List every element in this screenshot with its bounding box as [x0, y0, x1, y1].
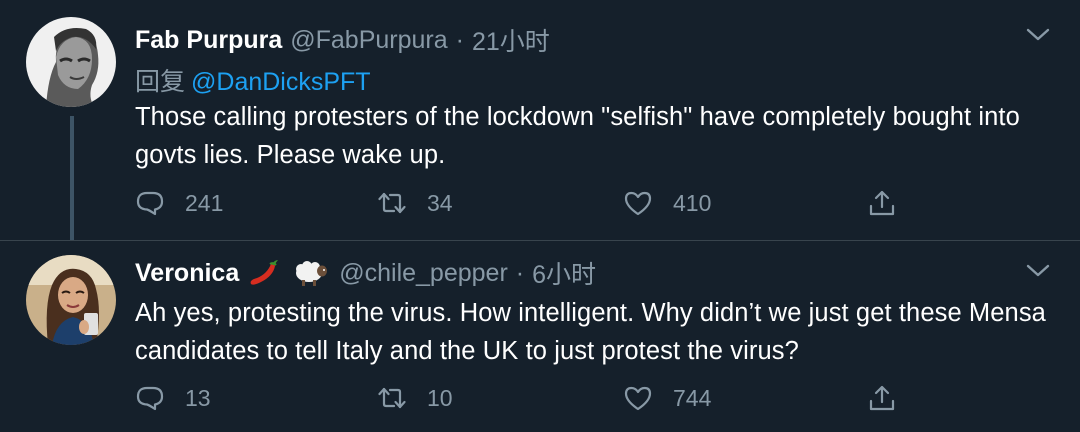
- retweet-icon: [378, 387, 406, 409]
- chevron-down-icon[interactable]: [1026, 27, 1050, 43]
- tweet[interactable]: Veronica @chile_pepper · 6小时 Ah yes, pro…: [0, 241, 1080, 432]
- display-name[interactable]: Fab Purpura: [135, 26, 282, 55]
- retweet-count: 34: [427, 189, 453, 216]
- tweet-text: Ah yes, protesting the virus. How intell…: [135, 299, 1046, 365]
- retweet-icon: [378, 192, 406, 214]
- avatar[interactable]: [26, 17, 116, 107]
- tweet-header: Veronica @chile_pepper · 6小时: [135, 255, 1060, 291]
- separator-dot: ·: [515, 258, 525, 287]
- reply-prefix: 回复: [135, 68, 186, 96]
- reply-count: 13: [185, 384, 211, 411]
- thread-line: [70, 116, 74, 240]
- reply-button[interactable]: 241: [135, 186, 223, 220]
- retweet-count: 10: [427, 384, 453, 411]
- reply-context: 回复 @DanDicksPFT: [135, 62, 371, 98]
- share-icon: [869, 190, 895, 216]
- heart-icon: [624, 386, 652, 411]
- tweet-header: Fab Purpura @FabPurpura · 21小时: [135, 22, 1060, 58]
- share-icon: [869, 385, 895, 411]
- chevron-down-icon[interactable]: [1026, 263, 1050, 279]
- separator-dot: ·: [455, 25, 464, 54]
- sheep-emoji: [293, 258, 329, 288]
- tweet-actions: 13 10 744: [135, 381, 915, 415]
- tweet-text: Those calling protesters of the lockdown…: [135, 103, 1020, 169]
- user-handle[interactable]: @chile_pepper: [339, 259, 508, 288]
- like-button[interactable]: 744: [623, 381, 711, 415]
- reply-count: 241: [185, 189, 224, 216]
- retweet-button[interactable]: 34: [377, 186, 453, 220]
- tweet-actions: 241 34 410: [135, 186, 915, 220]
- share-button[interactable]: [867, 381, 897, 415]
- chili-pepper-emoji: [247, 258, 283, 288]
- display-name[interactable]: Veronica: [135, 259, 239, 288]
- heart-icon: [624, 191, 652, 216]
- reply-icon: [136, 191, 164, 216]
- user-handle[interactable]: @FabPurpura: [290, 26, 447, 55]
- retweet-button[interactable]: 10: [377, 381, 453, 415]
- reply-mention-link[interactable]: @DanDicksPFT: [191, 68, 371, 96]
- like-button[interactable]: 410: [623, 186, 711, 220]
- timestamp[interactable]: 6小时: [532, 255, 596, 291]
- like-count: 410: [673, 189, 712, 216]
- reply-icon: [136, 386, 164, 411]
- share-button[interactable]: [867, 186, 897, 220]
- timestamp[interactable]: 21小时: [472, 22, 550, 58]
- like-count: 744: [673, 384, 712, 411]
- tweet-thread: Fab Purpura @FabPurpura · 21小时 回复 @DanDic…: [0, 0, 1080, 432]
- tweet[interactable]: Fab Purpura @FabPurpura · 21小时 回复 @DanDic…: [0, 0, 1080, 241]
- avatar[interactable]: [26, 255, 116, 345]
- reply-button[interactable]: 13: [135, 381, 211, 415]
